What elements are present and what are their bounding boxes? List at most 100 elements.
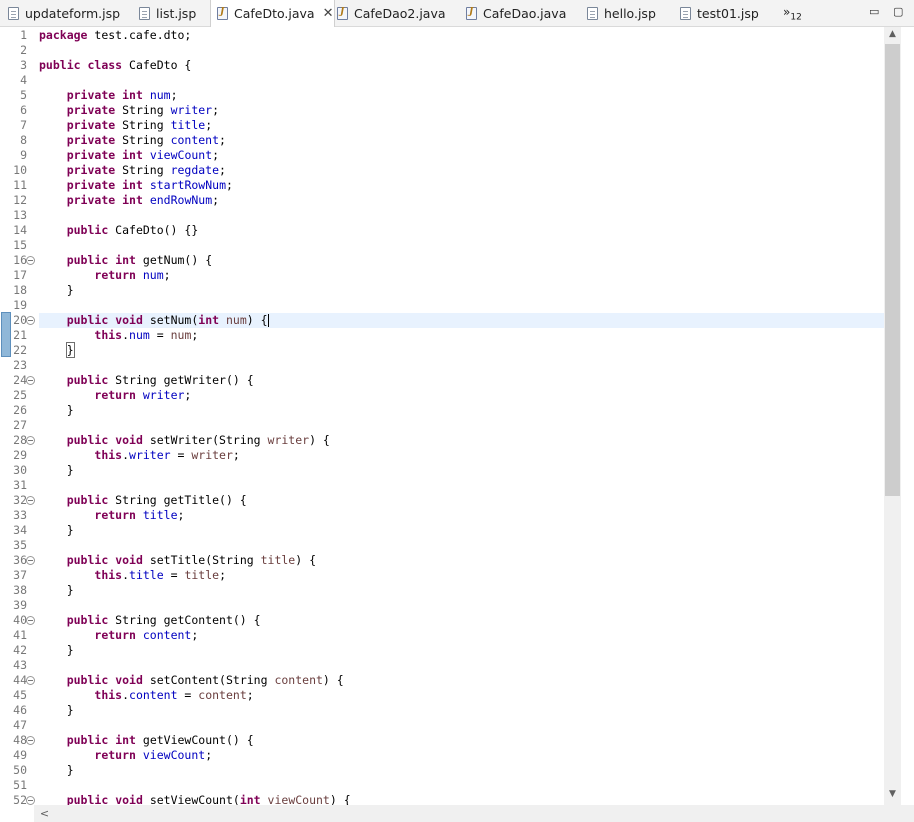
code-line[interactable] [39,298,884,313]
code-line[interactable]: } [39,523,884,538]
vertical-scrollbar[interactable]: ▲ ▼ [884,27,901,805]
text-caret [267,314,269,327]
code-line[interactable]: private int endRowNum; [39,193,884,208]
tab-updateform-jsp[interactable]: updateform.jsp [8,0,120,26]
code-line[interactable]: public String getContent() { [39,613,884,628]
code-line[interactable] [39,718,884,733]
line-number: 51 [13,778,27,792]
collapse-fold-icon[interactable] [26,256,35,265]
minimize-icon[interactable]: ▭ [869,5,879,18]
code-line[interactable]: return num; [39,268,884,283]
code-line[interactable]: public int getViewCount() { [39,733,884,748]
tab-list-jsp[interactable]: list.jsp [139,0,196,26]
line-number: 31 [13,478,27,492]
code-line[interactable]: } [39,283,884,298]
code-line[interactable]: public void setNum(int num) { [39,313,884,328]
tab-test01-jsp[interactable]: test01.jsp [680,0,759,26]
code-line[interactable]: private int num; [39,88,884,103]
scroll-left-icon[interactable]: < [36,807,53,820]
code-line[interactable]: private String writer; [39,103,884,118]
code-line[interactable] [39,73,884,88]
collapse-fold-icon[interactable] [26,676,35,685]
code-line[interactable] [39,358,884,373]
code-line[interactable]: public CafeDto() {} [39,223,884,238]
code-line[interactable]: public void setViewCount(int viewCount) … [39,793,884,805]
collapse-fold-icon[interactable] [26,436,35,445]
line-number: 15 [13,238,27,252]
code-line[interactable]: this.title = title; [39,568,884,583]
code-line[interactable]: return content; [39,628,884,643]
collapse-fold-icon[interactable] [26,376,35,385]
scrollbar-corner [884,805,914,822]
scroll-up-icon[interactable]: ▲ [884,29,901,39]
code-line[interactable] [39,658,884,673]
code-line[interactable] [39,478,884,493]
code-line[interactable]: } [39,703,884,718]
code-line[interactable]: } [39,763,884,778]
code-line[interactable] [39,238,884,253]
code-line[interactable]: public void setWriter(String writer) { [39,433,884,448]
code-line[interactable]: } [39,342,884,358]
line-number: 29 [13,448,27,462]
code-line[interactable]: private int viewCount; [39,148,884,163]
collapse-fold-icon[interactable] [26,616,35,625]
collapse-fold-icon[interactable] [26,496,35,505]
line-number: 40 [13,613,27,627]
code-area[interactable]: package test.cafe.dto; public class CafeD… [39,27,884,805]
line-number: 48 [13,733,27,747]
code-line[interactable]: private String regdate; [39,163,884,178]
line-number: 47 [13,718,27,732]
code-line[interactable]: public String getWriter() { [39,373,884,388]
code-line[interactable] [39,538,884,553]
collapse-fold-icon[interactable] [26,316,35,325]
line-number: 50 [13,763,27,777]
line-number-gutter: 1 2 3 4 5 6 7 8 9 10 11 12 13 14 15 16 17 18 19 20 21 22 23 24 2… [0,27,35,807]
code-line[interactable]: private String title; [39,118,884,133]
line-number: 22 [13,343,27,357]
code-line[interactable]: } [39,643,884,658]
hidden-tab-count: 12 [790,12,802,23]
code-line[interactable]: private String content; [39,133,884,148]
code-line[interactable] [39,778,884,793]
tab-overflow-button[interactable]: »12 [783,5,802,22]
code-line[interactable]: return title; [39,508,884,523]
code-editor[interactable]: 1 2 3 4 5 6 7 8 9 10 11 12 13 14 15 16 17 18 19 20 21 22 23 24 2… [0,27,914,822]
code-line[interactable] [39,43,884,58]
vertical-scroll-thumb[interactable] [885,44,900,496]
line-number: 52 [13,793,27,807]
line-number: 27 [13,418,27,432]
code-line[interactable]: public void setTitle(String title) { [39,553,884,568]
code-line[interactable]: return writer; [39,388,884,403]
code-line[interactable]: this.num = num; [39,328,884,343]
jsp-file-icon [8,6,19,20]
line-number: 3 [20,58,27,72]
collapse-fold-icon[interactable] [26,796,35,805]
code-line[interactable]: public String getTitle() { [39,493,884,508]
code-line[interactable]: return viewCount; [39,748,884,763]
tab-cafedao2-java[interactable]: CafeDao2.java [337,0,446,26]
jsp-file-icon [680,6,691,20]
code-line[interactable]: private int startRowNum; [39,178,884,193]
scroll-down-icon[interactable]: ▼ [884,789,901,799]
maximize-icon[interactable]: ▢ [893,5,903,18]
code-line[interactable]: public void setContent(String content) { [39,673,884,688]
tab-cafedao-java[interactable]: CafeDao.java [466,0,566,26]
horizontal-scrollbar[interactable]: < [34,805,884,822]
code-line[interactable]: this.writer = writer; [39,448,884,463]
code-line[interactable]: public class CafeDto { [39,58,884,73]
code-line[interactable]: } [39,463,884,478]
close-tab-icon[interactable]: ✕ [323,6,334,21]
code-line[interactable]: this.content = content; [39,688,884,703]
code-line[interactable] [39,418,884,433]
collapse-fold-icon[interactable] [26,556,35,565]
collapse-fold-icon[interactable] [26,736,35,745]
code-line[interactable] [39,208,884,223]
tab-cafedto-java[interactable]: CafeDto.java ✕ [210,0,335,27]
code-line[interactable]: } [39,583,884,598]
code-line[interactable]: public int getNum() { [39,253,884,268]
code-line[interactable] [39,598,884,613]
tab-hello-jsp[interactable]: hello.jsp [587,0,656,26]
code-line[interactable]: package test.cafe.dto; [39,28,884,43]
tab-label: test01.jsp [697,5,759,21]
code-line[interactable]: } [39,403,884,418]
